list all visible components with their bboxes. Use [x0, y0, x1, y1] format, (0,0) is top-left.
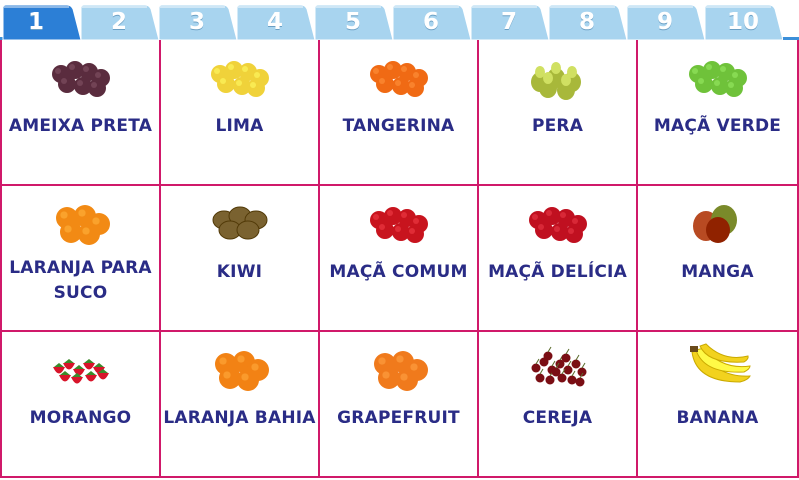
- tab-2[interactable]: 2: [79, 4, 159, 40]
- tab-7[interactable]: 7: [469, 4, 549, 40]
- fruit-cell[interactable]: TANGERINA: [320, 40, 479, 186]
- tab-label: 6: [422, 9, 439, 35]
- fruit-cell[interactable]: GRAPEFRUIT: [320, 332, 479, 478]
- fruit-name: MANGA: [681, 262, 754, 282]
- fruit-cell[interactable]: PERA: [479, 40, 638, 186]
- fruit-cell[interactable]: MANGA: [638, 186, 799, 332]
- tab-label: 9: [656, 9, 673, 35]
- tab-1[interactable]: 1: [1, 4, 81, 40]
- tab-8[interactable]: 8: [547, 4, 627, 40]
- green-apple-icon: [678, 50, 758, 100]
- fruit-cell[interactable]: KIWI: [161, 186, 320, 332]
- navel-orange-icon: [200, 342, 280, 392]
- fruit-name: MAÇÃ COMUM: [329, 262, 468, 282]
- fruit-cell[interactable]: MAÇÃ COMUM: [320, 186, 479, 332]
- black-plum-icon: [41, 50, 121, 100]
- fruit-name: PERA: [531, 116, 584, 136]
- fruit-name: CEREJA: [522, 408, 593, 428]
- fruit-cell[interactable]: AMEIXA PRETA: [0, 40, 161, 186]
- fruit-cell[interactable]: LARANJA PARA SUCO: [0, 186, 161, 332]
- tab-5[interactable]: 5: [313, 4, 393, 40]
- tab-label: 5: [344, 9, 361, 35]
- tab-label: 4: [266, 9, 283, 35]
- tab-6[interactable]: 6: [391, 4, 471, 40]
- tab-label: 2: [110, 9, 127, 35]
- fruit-name: MAÇÃ VERDE: [653, 116, 782, 136]
- tab-label: 3: [188, 9, 205, 35]
- grapefruit-icon: [359, 342, 439, 392]
- kiwi-icon: [200, 196, 280, 246]
- tab-3[interactable]: 3: [157, 4, 237, 40]
- tab-label: 8: [578, 9, 595, 35]
- fruit-cell[interactable]: LIMA: [161, 40, 320, 186]
- fruit-cell[interactable]: BANANA: [638, 332, 799, 478]
- mango-icon: [678, 196, 758, 246]
- fruit-name: BANANA: [676, 408, 759, 428]
- fruit-cell[interactable]: MAÇÃ VERDE: [638, 40, 799, 186]
- cherry-icon: [518, 342, 598, 392]
- delicious-apple-icon: [518, 196, 598, 246]
- fruit-name: GRAPEFRUIT: [337, 408, 460, 428]
- common-apple-icon: [359, 196, 439, 246]
- fruit-grid: AMEIXA PRETA LIMA TANGERINA PERA MAÇÃ VERDE L…: [0, 40, 799, 480]
- tab-bar: 1 2 3 4 5 6 7 8 9 10: [0, 0, 799, 40]
- pear-icon: [518, 50, 598, 100]
- fruit-name: LIMA: [215, 116, 264, 136]
- tangerine-icon: [359, 50, 439, 100]
- lime-icon: [200, 50, 280, 100]
- fruit-name: LARANJA BAHIA: [163, 408, 316, 428]
- strawberry-icon: [41, 342, 121, 392]
- fruit-name: AMEIXA PRETA: [8, 116, 153, 136]
- juice-orange-icon: [41, 196, 121, 246]
- tab-label: 7: [500, 9, 517, 35]
- fruit-cell[interactable]: LARANJA BAHIA: [161, 332, 320, 478]
- tab-4[interactable]: 4: [235, 4, 315, 40]
- fruit-name: LARANJA PARA SUCO: [9, 258, 152, 303]
- banana-icon: [678, 342, 758, 392]
- fruit-cell[interactable]: MAÇÃ DELÍCIA: [479, 186, 638, 332]
- fruit-name: MORANGO: [29, 408, 132, 428]
- fruit-cell[interactable]: MORANGO: [0, 332, 161, 478]
- tab-label: 1: [27, 9, 44, 35]
- fruit-name: MAÇÃ DELÍCIA: [488, 262, 627, 282]
- tab-label: 10: [726, 9, 759, 35]
- tab-9[interactable]: 9: [625, 4, 705, 40]
- fruit-name: TANGERINA: [342, 116, 455, 136]
- tab-10[interactable]: 10: [703, 4, 783, 40]
- fruit-name: KIWI: [216, 262, 263, 282]
- fruit-cell[interactable]: CEREJA: [479, 332, 638, 478]
